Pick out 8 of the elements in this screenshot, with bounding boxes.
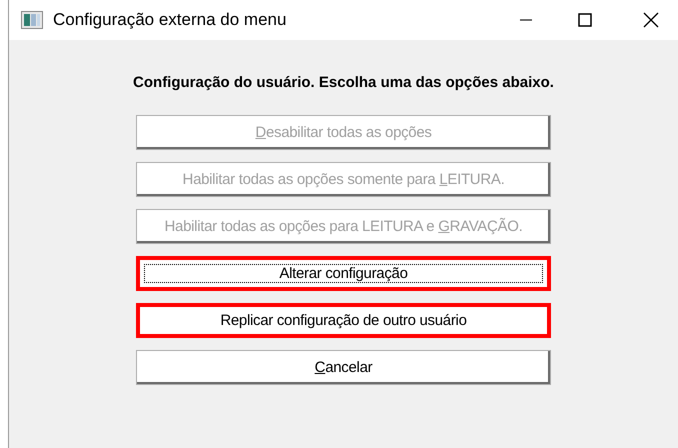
- app-icon: [21, 11, 43, 29]
- window-title: Configuração externa do menu: [53, 10, 288, 30]
- maximize-icon: [578, 13, 592, 27]
- option-button[interactable]: Replicar configuração de outro usuário: [136, 303, 551, 338]
- option-button[interactable]: Alterar configuração: [136, 256, 551, 291]
- instruction-text: Configuração do usuário. Escolha uma das opções abaixo.: [133, 74, 554, 91]
- close-icon: [643, 12, 659, 28]
- option-button[interactable]: Cancelar: [136, 350, 551, 385]
